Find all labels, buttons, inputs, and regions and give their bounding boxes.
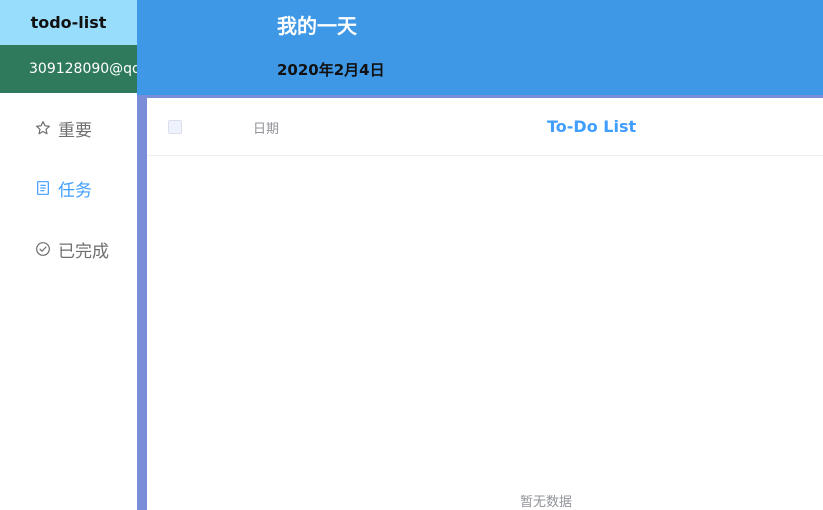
sidebar: 重要 任务 已完成 [0, 93, 137, 510]
app-window: todo-list 309128090@qq 重要 任务 已完成 我的一天 20… [0, 0, 823, 510]
star-icon [34, 119, 52, 137]
current-date: 2020年2月4日 [277, 61, 385, 79]
sidebar-item-important[interactable]: 重要 [34, 113, 92, 143]
account-email[interactable]: 309128090@qq [0, 45, 137, 93]
header: 我的一天 2020年2月4日 [137, 0, 823, 95]
sidebar-item-completed[interactable]: 已完成 [34, 234, 109, 264]
column-header-date[interactable]: 日期 [253, 118, 279, 137]
sidebar-item-label: 任务 [58, 180, 92, 201]
empty-state-text: 暂无数据 [519, 495, 572, 510]
check-circle-icon [34, 240, 52, 258]
select-all-checkbox[interactable] [168, 120, 182, 134]
frame-divider-left [137, 95, 147, 510]
sidebar-item-label: 已完成 [58, 241, 109, 262]
brand-block: todo-list [0, 0, 137, 45]
app-title: todo-list [30, 13, 107, 32]
table-header: 日期 To-Do List [147, 98, 823, 156]
sidebar-item-tasks[interactable]: 任务 [34, 173, 92, 203]
column-header-todo: To-Do List [547, 117, 637, 136]
todo-table: 日期 To-Do List 暂无数据 [147, 98, 823, 510]
page-title: 我的一天 [277, 14, 357, 38]
document-icon [34, 179, 52, 197]
sidebar-item-label: 重要 [58, 120, 92, 141]
